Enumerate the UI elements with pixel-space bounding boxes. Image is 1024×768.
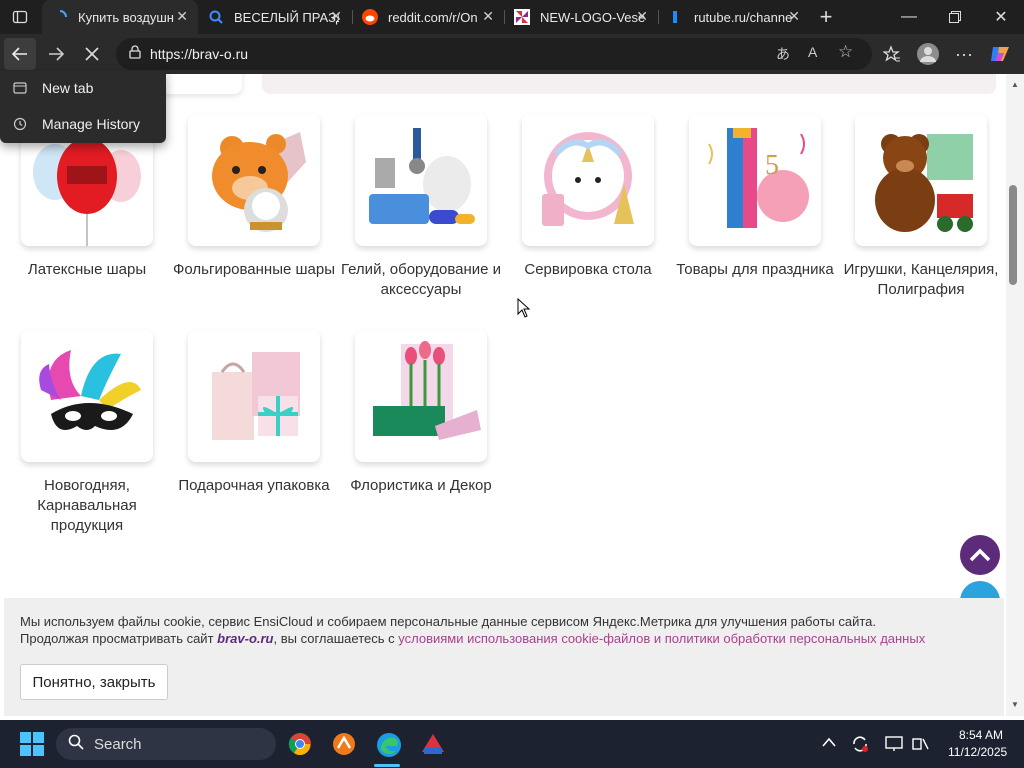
category-card[interactable]: Новогодняя, Карнавальная продукция (3, 330, 171, 536)
search-icon (68, 734, 84, 754)
pinwheel-icon (514, 9, 530, 25)
close-tab-icon[interactable]: ✕ (788, 8, 800, 25)
party-goods-image: 5 (689, 114, 821, 246)
chrome-icon[interactable] (288, 732, 312, 761)
favorite-star-icon[interactable]: ☆ (838, 42, 853, 62)
category-label: Фольгированные шары (172, 261, 336, 278)
cookie-text-line2: Продолжая просматривать сайт brav-o.ru, … (20, 631, 926, 646)
reddit-icon (362, 9, 378, 25)
category-label: Сервировка стола (524, 261, 652, 278)
category-card[interactable]: Сервировка стола (504, 114, 672, 280)
helium-equipment-image (355, 114, 487, 246)
maximize-button[interactable] (932, 0, 978, 34)
category-card[interactable]: Игрушки, Канцелярия, Полиграфия (837, 114, 1005, 300)
tab-actions-icon[interactable] (0, 0, 40, 34)
cookie-policy-link[interactable]: условиями использования cookie-файлов и … (398, 631, 925, 646)
top-banner (262, 74, 996, 94)
forward-button[interactable] (40, 38, 72, 70)
menu-item-new-tab[interactable]: New tab (0, 71, 166, 105)
new-tab-button[interactable]: + (806, 0, 846, 34)
network-icon[interactable] (910, 734, 930, 759)
category-card[interactable]: Гелий, оборудование и аксессуары (337, 114, 505, 300)
rutube-icon (668, 9, 684, 25)
favorites-icon[interactable] (876, 38, 908, 70)
category-card[interactable]: 5 Товары для праздника (671, 114, 839, 280)
tab-title: ВЕСЕЛЫЙ ПРАЗД (234, 9, 339, 25)
history-icon (12, 116, 28, 132)
category-label: Новогодняя, Карнавальная продукция (37, 477, 137, 534)
scroll-to-top-button[interactable] (960, 535, 1000, 575)
back-button[interactable] (4, 38, 36, 70)
floristry-image (355, 330, 487, 462)
tab[interactable]: reddit.com/r/On ✕ (352, 0, 504, 34)
menu-item-label: New tab (42, 80, 94, 96)
category-label: Флористика и Декор (350, 477, 492, 494)
page-scrollbar[interactable]: ▲ ▼ (1006, 74, 1024, 716)
category-card[interactable]: Флористика и Декор (337, 330, 505, 496)
read-aloud-icon[interactable]: A (808, 44, 817, 60)
tab-icon (12, 80, 28, 96)
address-bar[interactable]: https://brav-o.ru あ A ☆ (116, 38, 872, 70)
category-label: Подарочная упаковка (178, 477, 330, 494)
svg-text:5: 5 (765, 150, 779, 181)
sync-icon[interactable] (850, 734, 870, 759)
tab[interactable]: NEW-LOGO-Vese ✕ (504, 0, 658, 34)
browser-toolbar: https://brav-o.ru あ A ☆ ··· (0, 34, 1024, 74)
category-card[interactable]: Фольгированные шары (170, 114, 338, 280)
url-text: https://brav-o.ru (150, 46, 249, 62)
tab-title: reddit.com/r/On (388, 9, 478, 25)
chevron-up-icon[interactable] (822, 736, 836, 750)
taskbar-search[interactable]: Search (56, 728, 276, 760)
back-history-menu: New tab Manage History (0, 71, 166, 143)
search-icon (208, 9, 224, 25)
gift-wrap-image (188, 330, 320, 462)
scrollbar-thumb[interactable] (1009, 185, 1017, 285)
cookie-banner: Мы используем файлы cookie, сервис EnsiC… (4, 598, 1004, 716)
translate-icon[interactable]: あ (776, 44, 790, 64)
accept-cookies-button[interactable]: Понятно, закрыть (20, 664, 168, 700)
category-label: Латексные шары (27, 261, 147, 278)
foil-balloons-image (188, 114, 320, 246)
category-label: Игрушки, Канцелярия, Полиграфия (843, 261, 999, 298)
stop-loading-button[interactable] (76, 38, 108, 70)
tab-title: Купить воздушн (78, 9, 174, 25)
tab[interactable]: rutube.ru/channe ✕ (658, 0, 810, 34)
search-placeholder: Search (94, 735, 142, 753)
profile-avatar[interactable] (912, 38, 944, 70)
minimize-button[interactable]: — (886, 0, 932, 34)
cookie-text-line1: Мы используем файлы cookie, сервис EnsiC… (20, 614, 877, 629)
loading-spinner-icon (52, 9, 68, 25)
category-card[interactable]: Подарочная упаковка (170, 330, 338, 496)
toys-stationery-image (855, 114, 987, 246)
mouse-cursor (517, 297, 531, 323)
category-label: Гелий, оборудование и аксессуары (340, 261, 502, 298)
close-tab-icon[interactable]: ✕ (482, 8, 494, 25)
close-tab-icon[interactable]: ✕ (636, 8, 648, 25)
clock-date[interactable]: 11/12/2025 (948, 745, 1007, 759)
tab-title: NEW-LOGO-Vese (540, 9, 645, 25)
settings-more-icon[interactable]: ··· (948, 38, 980, 70)
close-window-button[interactable]: ✕ (978, 0, 1024, 34)
tab[interactable]: ВЕСЕЛЫЙ ПРАЗД ✕ (198, 0, 352, 34)
table-setting-image (522, 114, 654, 246)
carnival-mask-image (21, 330, 153, 462)
close-tab-icon[interactable]: ✕ (176, 8, 188, 25)
copilot-icon[interactable] (984, 38, 1016, 70)
category-label: Товары для праздника (676, 261, 834, 278)
tab-title: rutube.ru/channe (694, 9, 793, 25)
brand-logo-text: brav-o.ru (217, 631, 274, 646)
tab-active[interactable]: Купить воздушн ✕ (42, 0, 198, 34)
app-icon-orange[interactable] (332, 732, 356, 761)
lock-icon[interactable] (128, 44, 142, 64)
menu-item-label: Manage History (42, 116, 141, 132)
app-icon-new[interactable] (420, 732, 446, 761)
edge-icon[interactable] (376, 732, 402, 763)
windows-start-icon[interactable] (20, 732, 44, 761)
clock-time[interactable]: 8:54 AM (959, 728, 1003, 742)
close-tab-icon[interactable]: ✕ (330, 8, 342, 25)
tab-strip: Купить воздушн ✕ ВЕСЕЛЫЙ ПРАЗД ✕ reddit.… (0, 0, 1024, 34)
menu-item-manage-history[interactable]: Manage History (0, 107, 166, 141)
display-icon[interactable] (884, 734, 904, 759)
